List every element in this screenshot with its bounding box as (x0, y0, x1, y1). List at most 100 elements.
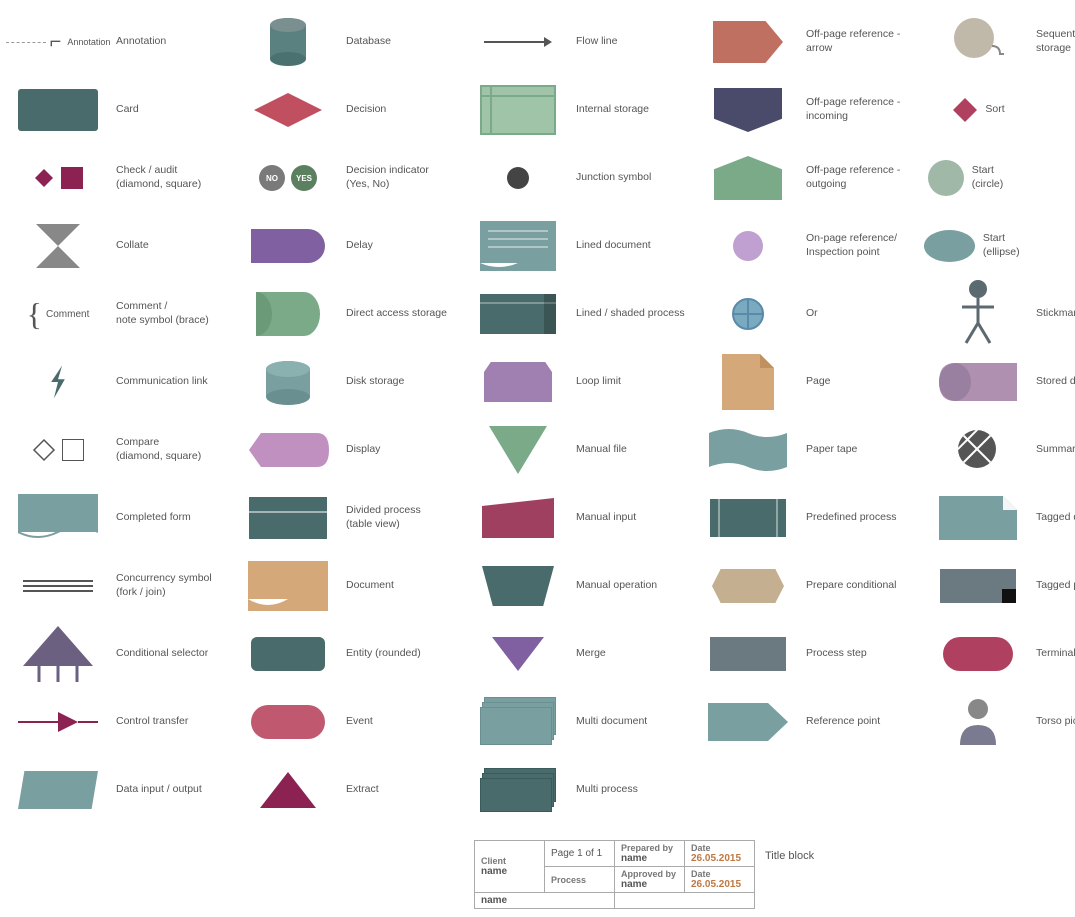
lined-doc-svg (480, 221, 556, 271)
title-block-label: Title block (765, 850, 814, 862)
page-shape (698, 356, 798, 408)
manual-op-label: Manual operation (576, 579, 657, 593)
check-audit-label: Check / audit(diamond, square) (116, 164, 201, 191)
merge-shape (468, 628, 568, 680)
sort-svg (951, 96, 979, 124)
or-label: Or (806, 307, 818, 321)
decision-indicator-cell: NO YES Decision indicator(Yes, No) (234, 144, 464, 212)
start-circle-cell: Start (circle) (924, 144, 1075, 212)
document-shape (238, 560, 338, 612)
yes-indicator: YES (291, 165, 317, 191)
page-cell: Page (694, 348, 924, 416)
comment-label: Comment /note symbol (brace) (116, 300, 209, 327)
manual-file-shape (468, 424, 568, 476)
or-shape (698, 288, 798, 340)
database-svg (266, 15, 310, 69)
decision-indicator-shape: NO YES (238, 152, 338, 204)
extract-label: Extract (346, 783, 379, 797)
collate-label: Collate (116, 239, 149, 253)
flowline-cell: Flow line (464, 8, 694, 76)
predefined-cell: Predefined process (694, 484, 924, 552)
data-io-label: Data input / output (116, 783, 202, 797)
compare-shape (8, 424, 108, 476)
manual-file-cell: Manual file (464, 416, 694, 484)
summary-shape (928, 424, 1028, 476)
paper-tape-svg (709, 425, 787, 475)
offpage-arrow-label: Off-page reference -arrow (806, 28, 900, 55)
offpage-arrow-cell: Off-page reference -arrow (694, 8, 924, 76)
no-indicator: NO (259, 165, 285, 191)
or-cell: Or (694, 280, 924, 348)
seq-access-label: Sequential accessstorage (1036, 28, 1075, 55)
paper-tape-cell: Paper tape (694, 416, 924, 484)
event-shape (238, 696, 338, 748)
lined-doc-shape (468, 220, 568, 272)
ref-point-label: Reference point (806, 715, 880, 729)
manual-input-shape (468, 492, 568, 544)
disk-label: Disk storage (346, 375, 404, 389)
start-circle-label: Start (circle) (972, 164, 1028, 191)
conditional-cell: Conditional selector (4, 620, 234, 688)
torso-shape (928, 696, 1028, 748)
predefined-label: Predefined process (806, 511, 896, 525)
comm-link-label: Communication link (116, 375, 208, 389)
process-step-shape (698, 628, 798, 680)
sort-cell: Sort (924, 76, 1075, 144)
event-label: Event (346, 715, 373, 729)
database-cell: Database (234, 8, 464, 76)
decision-cell: Decision (234, 76, 464, 144)
lined-shaded-label: Lined / shaded process (576, 307, 685, 321)
multi-doc-shape (468, 696, 568, 748)
display-cell: Display (234, 416, 464, 484)
tagged-doc-label: Tagged document (1036, 511, 1075, 525)
junction-label: Junction symbol (576, 171, 651, 185)
offpage-outgoing-cell: Off-page reference -outgoing (694, 144, 924, 212)
data-io-cell: Data input / output (4, 756, 234, 824)
tagged-process-label: Tagged process (1036, 579, 1075, 593)
data-io-shape (8, 764, 108, 816)
title-block-area: Client name Page 1 of 1 Prepared by name… (470, 836, 818, 913)
direct-access-cell: Direct access storage (234, 280, 464, 348)
decision-svg (252, 91, 324, 129)
start-ellipse-cell: Start (ellipse) (924, 212, 1075, 280)
stored-data-svg (939, 363, 1017, 401)
terminal-shape (928, 628, 1028, 680)
card-shape (8, 84, 108, 136)
collate-svg (36, 224, 80, 268)
tagged-doc-shape (928, 492, 1028, 544)
check-audit-cell: Check / audit(diamond, square) (4, 144, 234, 212)
empty-cell-1 (694, 756, 924, 824)
predefined-shape (698, 492, 798, 544)
concurrency-shape (8, 560, 108, 612)
torso-cell: Torso pictogram (924, 688, 1075, 756)
start-ellipse-shape: Start (ellipse) (928, 220, 1028, 272)
decision-shape (238, 84, 338, 136)
disk-svg (262, 355, 314, 409)
internal-label: Internal storage (576, 103, 649, 117)
approved-name-field (615, 893, 755, 909)
offpage-incoming-cell: Off-page reference -incoming (694, 76, 924, 144)
concurrency-cell: Concurrency symbol(fork / join) (4, 552, 234, 620)
page-field: Page 1 of 1 (545, 841, 615, 867)
multi-doc-cell: Multi document (464, 688, 694, 756)
loop-limit-shape (468, 356, 568, 408)
tagged-doc-cell: Tagged document (924, 484, 1075, 552)
completed-form-svg (18, 494, 98, 542)
onpage-ref-shape (698, 220, 798, 272)
direct-access-label: Direct access storage (346, 307, 447, 321)
manual-file-svg (489, 426, 547, 474)
annotation-label: Annotation (116, 35, 166, 49)
database-shape (238, 16, 338, 68)
comment-cell: { Comment Comment /note symbol (brace) (4, 280, 234, 348)
summary-cell: Summary (924, 416, 1075, 484)
sort-label: Sort (985, 103, 1004, 117)
process-field: Process (545, 867, 615, 893)
compare-diamond-svg (32, 438, 56, 462)
internal-cell: Internal storage (464, 76, 694, 144)
ctrl-transfer-shape (8, 696, 108, 748)
divided-cell: Divided process(table view) (234, 484, 464, 552)
process-step-label: Process step (806, 647, 867, 661)
manual-file-label: Manual file (576, 443, 627, 457)
check-audit-shape (8, 152, 108, 204)
offpage-incoming-shape (698, 84, 798, 136)
